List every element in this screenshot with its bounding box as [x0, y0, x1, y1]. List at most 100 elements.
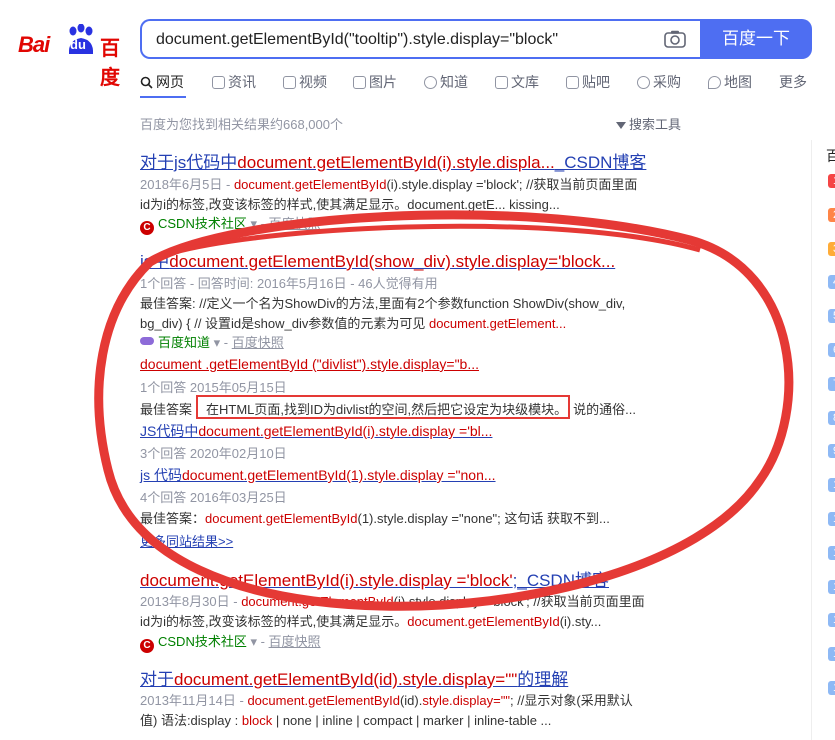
search-button[interactable]: 百度一下: [700, 19, 812, 59]
title-text: JS代码中: [140, 423, 199, 439]
search-tools-button[interactable]: 搜索工具: [616, 114, 681, 133]
snippet-text: (i).style.display ='block'; //获取当前页面里面: [386, 177, 638, 192]
tab-zhidao[interactable]: 知道: [424, 72, 468, 92]
result-source: 百度知道 ▾ - 百度快照: [140, 332, 284, 351]
document-icon: [495, 75, 508, 89]
active-tab-indicator: [140, 96, 186, 98]
result-snippet: id为i的标签,改变该标签的样式,使其满足显示。document.getE...…: [140, 197, 560, 212]
sub-result-title[interactable]: JS代码中document.getElementById(i).style.di…: [140, 421, 492, 441]
title-text: js 代码: [140, 467, 182, 483]
snapshot-link[interactable]: 百度快照: [269, 634, 321, 649]
snippet-text: (i).style.display ='block'; //获取当前页面里面: [393, 594, 645, 609]
tab-label: 资讯: [228, 74, 256, 90]
sub-result-answer: 最佳答案：document.getElementById(1).style.di…: [140, 508, 610, 527]
tab-label: 采购: [653, 74, 681, 90]
search-input[interactable]: document.getElementById("tooltip").style…: [156, 31, 558, 49]
hot-rank-badge: 6: [828, 343, 835, 357]
hot-rank-badge: 1: [828, 681, 835, 695]
hot-rank-badge: 8: [828, 410, 835, 425]
title-highlight: document.getElementById(i).style.display…: [198, 423, 493, 439]
result-date: 2013年11月14日: [140, 693, 236, 708]
hot-rank-badge: 1: [828, 478, 835, 493]
tab-map[interactable]: 地图: [708, 72, 752, 92]
tab-more[interactable]: 更多: [779, 72, 807, 92]
snapshot-link[interactable]: 百度快照: [232, 335, 284, 350]
logo-text-du: du: [70, 37, 86, 52]
snippet-highlight: document.getElementById: [241, 594, 394, 609]
csdn-icon: C: [140, 639, 154, 653]
result-snippet: 2013年8月30日 - document.getElementById(i).…: [140, 594, 645, 609]
annotation-box: [196, 395, 570, 419]
source-name[interactable]: CSDN技术社区: [158, 634, 247, 649]
snapshot-link[interactable]: 百度快照: [269, 216, 321, 231]
result-snippet: 2013年11月14日 - document.getElementById(id…: [140, 693, 633, 708]
result-title[interactable]: 对于document.getElementById(id).style.disp…: [140, 665, 568, 690]
sub-result-meta: 4个回答 2016年03月25日: [140, 490, 287, 505]
title-text: _CSDN博客: [554, 153, 647, 172]
result-title[interactable]: document.getElementById(i).style.display…: [140, 566, 609, 591]
tab-news[interactable]: 资讯: [212, 72, 256, 92]
hot-rank-badge: 1: [828, 613, 835, 628]
snippet-text: (i).sty...: [559, 614, 602, 629]
title-highlight: document.getElementById(show_div).style.…: [169, 252, 616, 271]
result-source: C CSDN技术社区 ▾ - 百度快照: [140, 213, 321, 235]
right-divider: [811, 140, 812, 740]
result-date: 2018年6月5日: [140, 177, 223, 192]
hot-rank-badge: 1: [828, 512, 835, 526]
logo-text-cn: 百度: [100, 38, 120, 89]
logo-text-bai: Bai: [18, 32, 50, 57]
hot-rank-badge: 1: [828, 545, 835, 560]
purchase-icon: [637, 75, 650, 89]
title-highlight: document.getElementById(id).style.displa…: [174, 670, 518, 689]
zhidao-icon: [140, 337, 154, 345]
snippet-highlight: block: [241, 713, 273, 728]
sub-result-title[interactable]: js 代码document.getElementById(1).style.di…: [140, 465, 496, 485]
title-text: 对于: [140, 670, 174, 689]
source-name[interactable]: 百度知道: [158, 335, 210, 350]
title-highlight: document.getElementById(i).style.displa.…: [237, 153, 555, 172]
tab-images[interactable]: 图片: [353, 72, 397, 92]
tab-tieba[interactable]: 贴吧: [566, 72, 610, 92]
hot-rank-badge: 3: [828, 241, 835, 256]
search-box[interactable]: document.getElementById("tooltip").style…: [140, 19, 700, 59]
snippet-highlight: style.display="": [422, 693, 510, 708]
hot-rank-badge: 9: [828, 444, 835, 459]
answer-label: 最佳答案：: [140, 511, 206, 526]
tab-wenku[interactable]: 文库: [495, 72, 539, 92]
tab-web[interactable]: 网页: [140, 72, 184, 92]
map-pin-icon: [708, 75, 721, 89]
tab-label: 网页: [156, 74, 184, 90]
result-title[interactable]: js中document.getElementById(show_div).sty…: [140, 247, 615, 272]
baidu-logo[interactable]: Bai du 百度: [18, 24, 124, 89]
tab-purchase[interactable]: 采购: [637, 72, 681, 92]
result-count: 百度为您找到相关结果约668,000个: [140, 117, 343, 132]
more-site-results-link[interactable]: 更多同站结果>>: [140, 531, 233, 550]
sub-result-title[interactable]: document .getElementById ("divlist").sty…: [140, 356, 479, 372]
question-icon: [424, 75, 437, 89]
image-icon: [353, 75, 366, 89]
hot-list-heading: 百: [826, 148, 835, 164]
hot-rank-badge: 1: [828, 174, 835, 188]
tab-label: 文库: [511, 74, 539, 90]
hot-rank-badge: 4: [828, 275, 835, 290]
title-text: 对于js代码中: [140, 153, 238, 172]
camera-icon[interactable]: [664, 30, 686, 48]
hot-rank-badge: 5: [828, 309, 835, 324]
answer-text: 说的通俗...: [573, 402, 636, 417]
search-icon: [140, 76, 153, 89]
csdn-icon: C: [140, 221, 154, 235]
tab-label: 图片: [369, 74, 397, 90]
snippet-text: | none | inline | compact | marker | inl…: [272, 713, 552, 728]
title-text: ;_CSDN博客: [512, 571, 609, 590]
result-title[interactable]: 对于js代码中document.getElementById(i).style.…: [140, 148, 646, 173]
result-meta: 1个回答 - 回答时间: 2016年5月16日 - 46人觉得有用: [140, 276, 438, 291]
snippet-text: id为i的标签,改变该标签的样式,使其满足显示。: [140, 614, 408, 629]
hot-rank-badge: 1: [828, 647, 835, 662]
result-answer: 最佳答案: //定义一个名为ShowDiv的方法,里面有2个参数function…: [140, 296, 626, 311]
sub-result-meta: 1个回答 2015年05月15日: [140, 380, 287, 395]
tab-video[interactable]: 视频: [283, 72, 327, 92]
hot-rank-badge: 1: [828, 579, 835, 594]
source-name[interactable]: CSDN技术社区: [158, 216, 247, 231]
hot-rank-badge: 7: [828, 376, 835, 391]
result-snippet: 2018年6月5日 - document.getElementById(i).s…: [140, 177, 638, 192]
